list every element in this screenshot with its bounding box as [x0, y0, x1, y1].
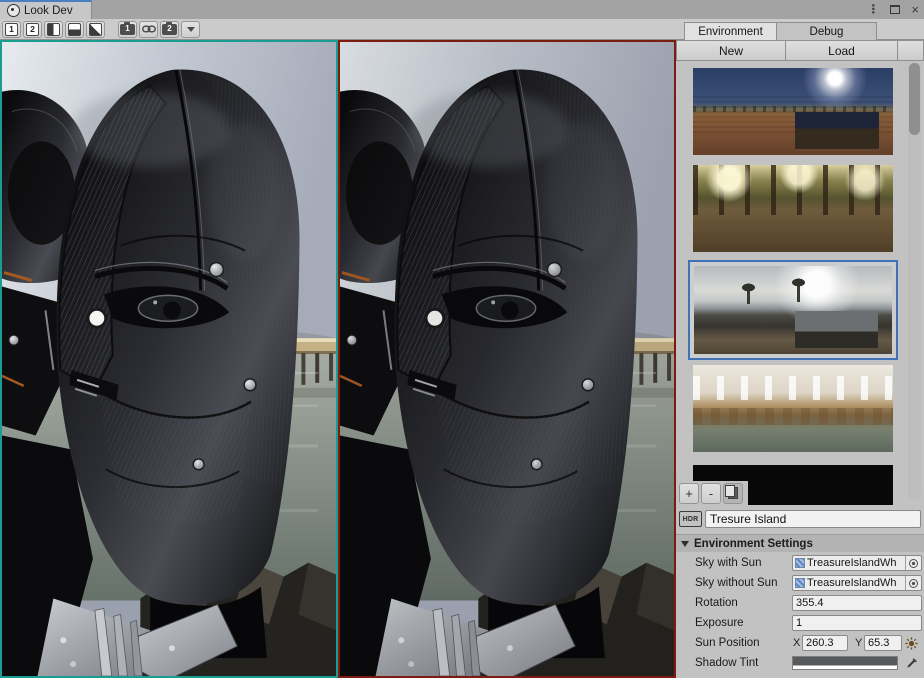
settings-title: Environment Settings: [694, 538, 813, 550]
hdri-thumbnail-savanna[interactable]: [693, 68, 893, 155]
add-hdri-button[interactable]: +: [679, 483, 699, 504]
palm-tree: [747, 289, 750, 304]
rotation-input[interactable]: [792, 595, 922, 611]
look-dev-window: Look Dev ⋮ × 1 2 1 2 Environment Debug: [0, 0, 924, 678]
hdri-thumbnail-treasure-island[interactable]: [694, 266, 892, 354]
sky-without-sun-label: Sky without Sun: [695, 577, 777, 589]
window-title: Look Dev: [24, 5, 73, 17]
hdr-name-row: HDR: [679, 509, 921, 529]
sky-with-sun-object-field[interactable]: TreasureIslandWh: [792, 555, 922, 571]
object-picker-icon[interactable]: [905, 556, 921, 570]
view2-chip: 2: [26, 23, 39, 36]
chevron-down-icon: [187, 27, 195, 32]
sun-x-input[interactable]: [802, 635, 848, 651]
row-sky-without-sun: Sky without Sun TreasureIslandWh: [676, 573, 924, 593]
window-menu-icon[interactable]: ⋮: [867, 3, 879, 15]
split-diagonal-icon: [89, 23, 102, 36]
camera-1-icon: 1: [120, 24, 135, 35]
actions-stub: [898, 40, 924, 61]
camera-2-button[interactable]: 2: [160, 21, 179, 38]
sun-y-input[interactable]: [864, 635, 902, 651]
sky-without-sun-object-field[interactable]: TreasureIslandWh: [792, 575, 922, 591]
lookdev-viewport: [0, 40, 676, 678]
sky-without-sun-value: TreasureIslandWh: [807, 577, 903, 589]
texture-icon: [795, 578, 805, 588]
render-view-1[interactable]: [0, 40, 338, 678]
new-button[interactable]: New: [676, 40, 786, 61]
sun-picker-button[interactable]: [903, 635, 920, 651]
object-picker-icon[interactable]: [905, 576, 921, 590]
sun-position-label: Sun Position: [695, 637, 760, 649]
panel-tab-strip: Environment Debug: [676, 19, 924, 40]
split-vertical-icon: [47, 23, 60, 36]
link-cameras-button[interactable]: [139, 21, 158, 38]
hdri-selection-frame: [688, 260, 898, 360]
split-horizontal-icon: [68, 23, 81, 36]
eyedropper-icon: [906, 657, 918, 669]
split-diagonal-button[interactable]: [86, 21, 105, 38]
row-shadow-tint: Shadow Tint: [676, 653, 924, 673]
sun-icon: [905, 637, 918, 650]
view1-chip: 1: [5, 23, 18, 36]
sky-with-sun-value: TreasureIslandWh: [807, 557, 903, 569]
row-exposure: Exposure: [676, 613, 924, 633]
texture-icon: [795, 558, 805, 568]
row-rotation: Rotation: [676, 593, 924, 613]
lookdev-toolbar: 1 2 1 2: [0, 19, 676, 40]
eyedropper-button[interactable]: [903, 655, 920, 671]
single-view-1-button[interactable]: 1: [2, 21, 21, 38]
hdr-badge-icon: HDR: [679, 511, 702, 527]
shadow-inset: [795, 112, 879, 149]
hdri-thumbnail-church[interactable]: [693, 365, 893, 452]
tab-debug[interactable]: Debug: [776, 22, 877, 40]
load-button[interactable]: Load: [786, 40, 898, 61]
hdri-list-toolbar: + -: [678, 481, 748, 505]
look-dev-tab[interactable]: Look Dev: [0, 0, 92, 19]
render-view-2[interactable]: [338, 40, 676, 678]
foldout-arrow-icon: [681, 541, 689, 547]
remove-hdri-button[interactable]: -: [701, 483, 721, 504]
single-view-2-button[interactable]: 2: [23, 21, 42, 38]
shadow-tint-label: Shadow Tint: [695, 657, 758, 669]
exposure-input[interactable]: [792, 615, 922, 631]
camera-2-icon: 2: [162, 24, 177, 35]
row-sky-with-sun: Sky with Sun TreasureIslandWh: [676, 553, 924, 573]
duplicate-icon: [728, 487, 738, 499]
list-scrollbar[interactable]: [908, 62, 921, 500]
close-icon[interactable]: ×: [911, 3, 919, 16]
shadow-tint-color-swatch[interactable]: [792, 656, 898, 670]
exposure-label: Exposure: [695, 617, 744, 629]
sky-with-sun-label: Sky with Sun: [695, 557, 761, 569]
y-axis-label: Y: [855, 637, 862, 649]
camera-dropdown-button[interactable]: [181, 21, 200, 38]
hdr-name-input[interactable]: [705, 510, 921, 528]
shadow-inset: [795, 311, 878, 348]
duplicate-hdri-button[interactable]: [723, 483, 743, 504]
environment-actions: New Load: [676, 40, 924, 61]
hdri-list: [676, 61, 908, 505]
eye-icon: [7, 4, 20, 17]
split-vertical-button[interactable]: [44, 21, 63, 38]
palm-tree: [797, 284, 800, 302]
environment-settings-header[interactable]: Environment Settings: [676, 534, 924, 552]
maximize-icon[interactable]: [890, 5, 900, 14]
tab-environment[interactable]: Environment: [684, 22, 777, 40]
title-bar: Look Dev ⋮ ×: [0, 0, 924, 19]
camera-1-button[interactable]: 1: [118, 21, 137, 38]
hdri-thumbnail-forest[interactable]: [693, 165, 893, 252]
row-sun-position: Sun Position X Y: [676, 633, 924, 653]
scrollbar-thumb[interactable]: [909, 63, 920, 135]
x-axis-label: X: [793, 637, 800, 649]
split-horizontal-button[interactable]: [65, 21, 84, 38]
rotation-label: Rotation: [695, 597, 738, 609]
link-icon: [142, 24, 156, 34]
